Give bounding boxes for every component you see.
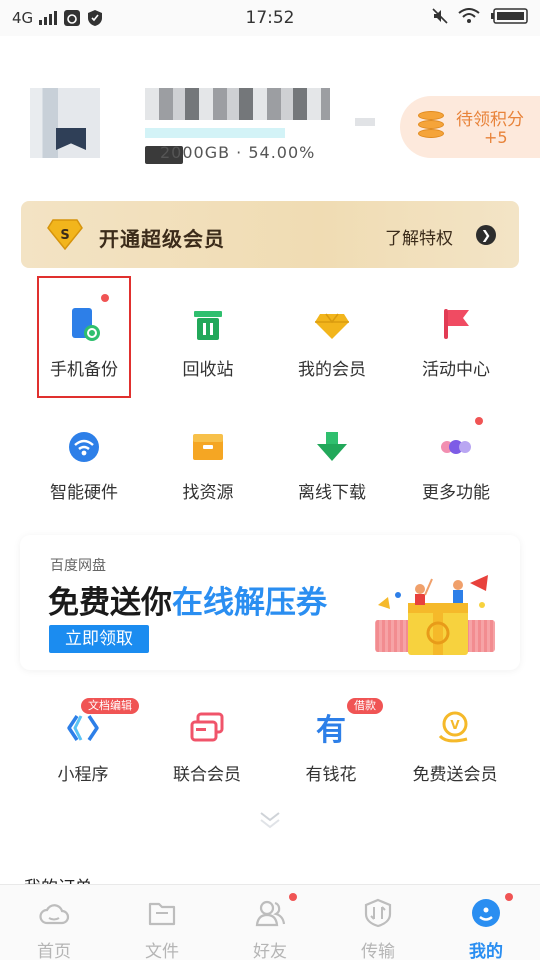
grid-item-recycle-bin[interactable]: 回收站 — [153, 280, 263, 390]
svg-text:有: 有 — [316, 713, 346, 746]
nav-me[interactable]: 我的 — [432, 885, 540, 960]
trash-bin-icon — [194, 311, 222, 340]
storage-text: 2000GB · 54.00% — [160, 143, 316, 162]
username-blurred-tail — [355, 118, 375, 126]
notification-dot — [505, 893, 513, 901]
transfer-icon — [364, 898, 392, 928]
tool-label: 免费送会员 — [412, 765, 498, 785]
notification-dot — [475, 417, 483, 425]
super-vip-icon: S — [47, 219, 83, 250]
promo-headline: 免费送你在线解压券 — [48, 577, 327, 622]
claim-now-button[interactable]: 立即领取 — [49, 625, 149, 653]
storage-progress-bar — [145, 128, 285, 138]
profile-icon — [472, 899, 500, 927]
nav-label: 文件 — [145, 942, 179, 960]
promo-card[interactable]: 百度网盘 免费送你在线解压券 立即领取 — [20, 535, 520, 670]
grid-item-my-membership[interactable]: 我的会员 — [277, 280, 387, 390]
badge-doc-edit: 文档编辑 — [81, 698, 139, 714]
super-vip-banner[interactable]: S 开通超级会员 了解特权 ❯ — [21, 201, 519, 268]
grid-item-activity-center[interactable]: 活动中心 — [401, 280, 511, 390]
tool-youqianhua[interactable]: 有 借款 有钱花 — [266, 698, 396, 798]
grid-label: 活动中心 — [422, 360, 490, 380]
tool-label: 小程序 — [57, 765, 109, 785]
status-bar: 4G 17:52 — [0, 0, 540, 36]
mini-program-icon — [67, 715, 99, 741]
nav-files[interactable]: 文件 — [108, 885, 216, 960]
coin-stack-icon — [418, 111, 444, 141]
badge-loan: 借款 — [347, 698, 383, 714]
diamond-icon — [315, 313, 349, 339]
flag-icon — [444, 309, 469, 339]
pending-points-button[interactable]: 待领积分 +5 — [400, 96, 540, 158]
tool-label: 联合会员 — [173, 765, 241, 785]
tool-mini-program[interactable]: 文档编辑 小程序 — [18, 698, 148, 798]
nav-home[interactable]: 首页 — [0, 885, 108, 960]
svg-text:V: V — [450, 718, 460, 732]
youqianhua-icon: 有 — [316, 713, 346, 746]
tool-free-membership[interactable]: V 免费送会员 — [390, 698, 520, 798]
promo-brand: 百度网盘 — [50, 558, 106, 574]
folder-icon — [148, 902, 176, 926]
promo-headline-plain: 免费送你 — [48, 585, 172, 621]
more-dots-icon — [441, 440, 471, 454]
arrow-right-icon[interactable]: ❯ — [476, 225, 496, 245]
battery-icon — [491, 8, 528, 24]
svg-text:S: S — [60, 228, 69, 243]
points-label: 待领积分 — [456, 110, 524, 130]
nav-transfer[interactable]: 传输 — [324, 885, 432, 960]
vip-title: 开通超级会员 — [99, 227, 225, 251]
tool-label: 有钱花 — [305, 765, 357, 785]
vip-privileges-link[interactable]: 了解特权 — [385, 224, 453, 249]
joint-member-icon — [190, 712, 224, 742]
bottom-nav: 首页 文件 好友 传输 我的 — [0, 884, 540, 960]
grid-item-smart-hardware[interactable]: 智能硬件 — [29, 403, 139, 513]
tool-joint-membership[interactable]: 联合会员 — [142, 698, 272, 798]
status-right — [432, 8, 528, 24]
gift-illustration — [375, 575, 495, 655]
nav-label: 好友 — [253, 942, 287, 960]
points-value: +5 — [484, 128, 508, 147]
nav-label: 首页 — [37, 942, 71, 960]
smart-hardware-icon — [69, 432, 99, 462]
free-vip-icon: V — [438, 711, 468, 743]
grid-item-offline-download[interactable]: 离线下载 — [277, 403, 387, 513]
friends-icon — [255, 900, 286, 927]
download-arrow-icon — [317, 432, 347, 461]
mute-icon — [432, 8, 448, 24]
nav-label: 我的 — [469, 942, 503, 960]
chevron-down-icon[interactable] — [257, 810, 283, 830]
highlight-annotation-box — [37, 276, 131, 398]
username-blurred — [145, 88, 330, 120]
grid-item-more-features[interactable]: 更多功能 — [401, 403, 511, 513]
avatar[interactable] — [30, 88, 100, 158]
notification-dot — [289, 893, 297, 901]
grid-label: 智能硬件 — [50, 483, 118, 503]
nav-label: 传输 — [361, 942, 395, 960]
grid-label: 更多功能 — [422, 483, 490, 503]
resource-box-icon — [193, 434, 223, 460]
grid-label: 离线下载 — [298, 483, 366, 503]
grid-label: 我的会员 — [298, 360, 366, 380]
grid-item-find-resources[interactable]: 找资源 — [153, 403, 263, 513]
nav-friends[interactable]: 好友 — [216, 885, 324, 960]
wifi-icon — [458, 8, 480, 23]
grid-label: 找资源 — [182, 483, 234, 503]
cloud-home-icon — [39, 904, 70, 925]
grid-label: 回收站 — [182, 360, 234, 380]
promo-headline-highlight: 在线解压券 — [172, 585, 327, 621]
